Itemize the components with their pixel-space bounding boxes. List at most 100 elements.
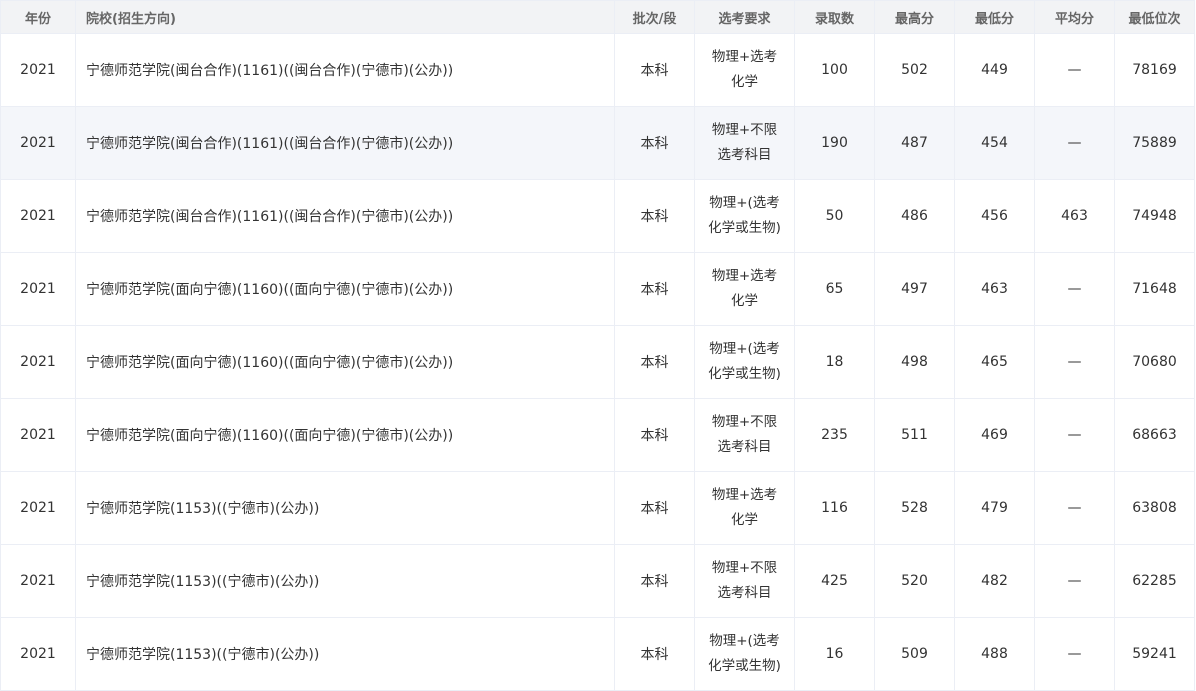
header-avg-score: 平均分 (1034, 0, 1115, 34)
cell-max-score: 487 (874, 106, 955, 180)
cell-year: 2021 (0, 398, 76, 472)
cell-year: 2021 (0, 106, 76, 180)
requirement-line-1: 物理+选考 (711, 49, 778, 65)
cell-avg-score: — (1034, 617, 1115, 691)
cell-admitted: 100 (794, 33, 875, 107)
cell-admitted: 50 (794, 179, 875, 253)
cell-subject-requirement: 物理+选考化学 (694, 252, 795, 326)
requirement-line-1: 物理+不限 (711, 122, 778, 138)
cell-max-score: 520 (874, 544, 955, 618)
cell-batch: 本科 (614, 325, 695, 399)
table-row: 2021 宁德师范学院(面向宁德)(1160)((面向宁德)(宁德市)(公办))… (0, 398, 1195, 472)
admission-table: 年份 院校(招生方向) 批次/段 选考要求 录取数 最高分 最低分 平均分 最低… (0, 0, 1195, 691)
cell-school: 宁德师范学院(1153)((宁德市)(公办)) (75, 617, 615, 691)
table-row: 2021 宁德师范学院(1153)((宁德市)(公办)) 本科 物理+选考 化学 … (0, 471, 1195, 545)
header-max-score: 最高分 (874, 0, 955, 34)
cell-max-score: 509 (874, 617, 955, 691)
cell-subject-requirement: 物理+不限选考科目 (694, 398, 795, 472)
requirement-line-1: 物理+(选考 (709, 341, 780, 357)
cell-avg-score: — (1034, 33, 1115, 107)
cell-subject-requirement: 物理+选考化学 (694, 33, 795, 107)
header-min-rank: 最低位次 (1114, 0, 1195, 34)
cell-avg-score: 463 (1034, 179, 1115, 253)
cell-batch: 本科 (614, 398, 695, 472)
cell-subject-requirement: 物理+(选考 化学或生物) (694, 325, 795, 399)
cell-year: 2021 (0, 325, 76, 399)
cell-min-score: 456 (954, 179, 1035, 253)
header-subject-requirement: 选考要求 (694, 0, 795, 34)
cell-avg-score: — (1034, 471, 1115, 545)
cell-school: 宁德师范学院(1153)((宁德市)(公办)) (75, 544, 615, 618)
cell-min-score: 479 (954, 471, 1035, 545)
cell-batch: 本科 (614, 106, 695, 180)
cell-school: 宁德师范学院(面向宁德)(1160)((面向宁德)(宁德市)(公办)) (75, 252, 615, 326)
cell-min-score: 482 (954, 544, 1035, 618)
requirement-line-1: 物理+不限 (711, 414, 778, 430)
cell-min-rank: 59241 (1114, 617, 1195, 691)
cell-min-rank: 71648 (1114, 252, 1195, 326)
cell-subject-requirement: 物理+(选考 化学或生物) (694, 179, 795, 253)
table-row: 2021 宁德师范学院(面向宁德)(1160)((面向宁德)(宁德市)(公办))… (0, 325, 1195, 399)
cell-avg-score: — (1034, 252, 1115, 326)
cell-min-rank: 62285 (1114, 544, 1195, 618)
cell-min-score: 488 (954, 617, 1035, 691)
requirement-line-2: 化学 (731, 512, 758, 528)
requirement-line-1: 物理+(选考 (709, 633, 780, 649)
cell-max-score: 497 (874, 252, 955, 326)
requirement-line-1: 物理+选考 (711, 268, 778, 284)
cell-admitted: 65 (794, 252, 875, 326)
cell-admitted: 235 (794, 398, 875, 472)
cell-max-score: 528 (874, 471, 955, 545)
table-row: 2021 宁德师范学院(闽台合作)(1161)((闽台合作)(宁德市)(公办))… (0, 179, 1195, 253)
header-year: 年份 (0, 0, 76, 34)
cell-min-rank: 70680 (1114, 325, 1195, 399)
header-min-score: 最低分 (954, 0, 1035, 34)
cell-avg-score: — (1034, 544, 1115, 618)
cell-batch: 本科 (614, 33, 695, 107)
cell-batch: 本科 (614, 252, 695, 326)
cell-min-score: 469 (954, 398, 1035, 472)
cell-year: 2021 (0, 617, 76, 691)
table-row: 2021 宁德师范学院(闽台合作)(1161)((闽台合作)(宁德市)(公办))… (0, 33, 1195, 107)
cell-admitted: 18 (794, 325, 875, 399)
requirement-line-1: 物理+选考 (711, 487, 778, 503)
requirement-line-2: 选考科目 (717, 147, 772, 163)
cell-subject-requirement: 物理+选考化学 (694, 471, 795, 545)
table-header-row: 年份 院校(招生方向) 批次/段 选考要求 录取数 最高分 最低分 平均分 最低… (0, 0, 1195, 34)
table-row: 2021 宁德师范学院(1153)((宁德市)(公办)) 本科 物理+不限 选考科… (0, 544, 1195, 618)
cell-batch: 本科 (614, 179, 695, 253)
cell-min-score: 463 (954, 252, 1035, 326)
cell-batch: 本科 (614, 471, 695, 545)
cell-admitted: 190 (794, 106, 875, 180)
cell-school: 宁德师范学院(1153)((宁德市)(公办)) (75, 471, 615, 545)
cell-max-score: 511 (874, 398, 955, 472)
table-row: 2021 宁德师范学院(1153)((宁德市)(公办)) 本科 物理+(选考 化学… (0, 617, 1195, 691)
cell-school: 宁德师范学院(闽台合作)(1161)((闽台合作)(宁德市)(公办)) (75, 106, 615, 180)
requirement-line-2: 化学 (731, 293, 758, 309)
cell-avg-score: — (1034, 106, 1115, 180)
cell-year: 2021 (0, 471, 76, 545)
requirement-line-1: 物理+(选考 (709, 195, 780, 211)
requirement-line-2: 化学 (731, 74, 758, 90)
requirement-line-2: 化学或生物) (708, 220, 781, 236)
cell-min-score: 465 (954, 325, 1035, 399)
header-admitted: 录取数 (794, 0, 875, 34)
table-row: 2021 宁德师范学院(面向宁德)(1160)((面向宁德)(宁德市)(公办))… (0, 252, 1195, 326)
cell-year: 2021 (0, 179, 76, 253)
cell-admitted: 116 (794, 471, 875, 545)
cell-batch: 本科 (614, 617, 695, 691)
cell-min-rank: 74948 (1114, 179, 1195, 253)
cell-min-rank: 78169 (1114, 33, 1195, 107)
cell-max-score: 486 (874, 179, 955, 253)
header-batch: 批次/段 (614, 0, 695, 34)
header-school: 院校(招生方向) (75, 0, 615, 34)
cell-admitted: 16 (794, 617, 875, 691)
cell-year: 2021 (0, 33, 76, 107)
cell-min-score: 449 (954, 33, 1035, 107)
cell-avg-score: — (1034, 398, 1115, 472)
cell-school: 宁德师范学院(闽台合作)(1161)((闽台合作)(宁德市)(公办)) (75, 33, 615, 107)
cell-max-score: 502 (874, 33, 955, 107)
requirement-line-2: 选考科目 (717, 439, 772, 455)
cell-admitted: 425 (794, 544, 875, 618)
requirement-line-2: 化学或生物) (708, 366, 781, 382)
